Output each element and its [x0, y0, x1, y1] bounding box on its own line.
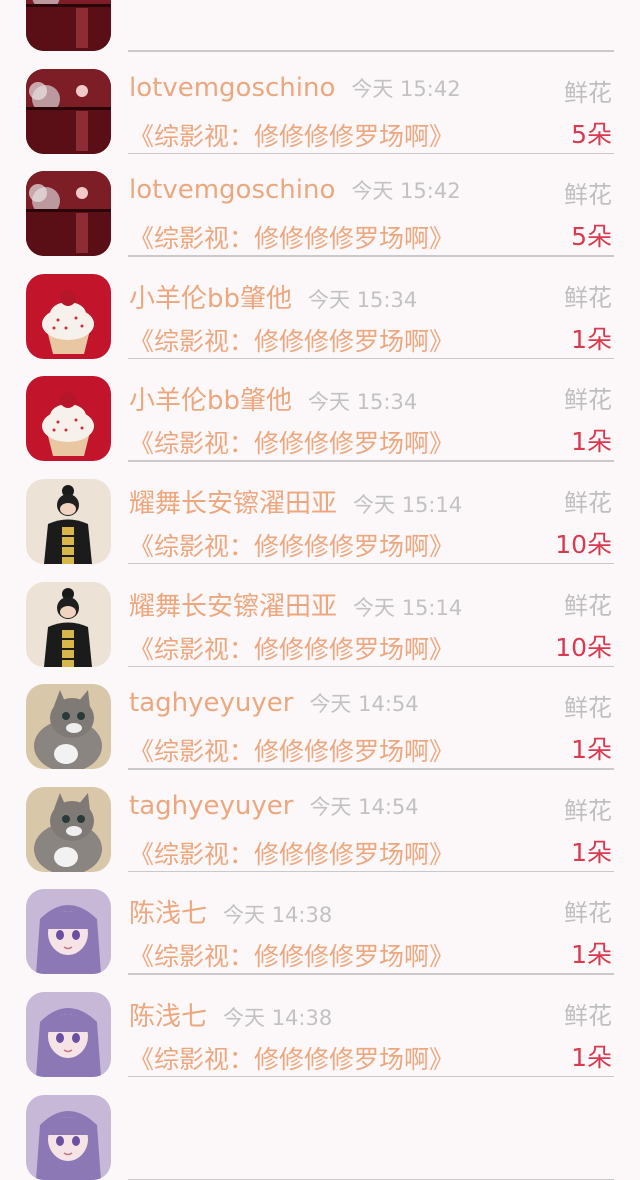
avatar-sunset-lake-icon [26, 171, 111, 257]
sender-name: 耀舞长安镲濯田亚 [129, 488, 338, 519]
gift-type: 鲜花 [564, 488, 612, 517]
book-title-link[interactable]: 《综影视：修修修修罗场啊》 [129, 732, 454, 768]
gift-count: 5朵 [571, 222, 612, 252]
avatar-girl-photo-icon [26, 581, 111, 667]
sender-name-line [129, 1099, 145, 1129]
gift-type: 鲜花 [564, 694, 612, 723]
gift-count: 1朵 [571, 837, 612, 867]
avatar-anime-girl-icon [26, 1094, 111, 1180]
sender-name-line: 小羊伦bb肇他 今天 15:34 [129, 380, 417, 417]
gift-type: 鲜花 [564, 386, 612, 415]
book-title-link[interactable]: 《综影视：修修修修罗场啊》 [129, 937, 454, 973]
avatar-cupcake-icon [26, 273, 111, 359]
sender-name: 陈浅七 [129, 1001, 208, 1032]
book-title-link[interactable]: 《综影视：修修修修罗场啊》 [129, 1040, 454, 1076]
gift-count: 1朵 [571, 1042, 612, 1072]
gift-count: 10朵 [555, 529, 612, 559]
gift-record-list: lotvemgoschino 今天 15:42 鲜花 《综影视：修修修修罗场啊》 … [0, 0, 640, 1180]
list-item[interactable]: 陈浅七 今天 14:38 鲜花 《综影视：修修修修罗场啊》 1朵 [0, 871, 640, 975]
avatar-sunset-lake-icon [26, 68, 111, 154]
avatar[interactable] [26, 171, 111, 257]
sent-time: 今天 15:34 [308, 390, 418, 415]
book-title-link[interactable]: 《综影视：修修修修罗场啊》 [129, 117, 454, 153]
gift-type: 鲜花 [564, 181, 612, 210]
avatar[interactable] [26, 273, 111, 359]
sender-name-line: 耀舞长安镲濯田亚 今天 15:14 [129, 483, 462, 520]
avatar[interactable] [26, 889, 111, 975]
sent-time: 今天 14:54 [309, 692, 419, 717]
sender-name: lotvemgoschino [129, 175, 336, 206]
list-item[interactable]: lotvemgoschino 今天 15:42 鲜花 《综影视：修修修修罗场啊》 … [0, 51, 640, 155]
sender-name: 小羊伦bb肇他 [129, 283, 293, 314]
gift-type: 鲜花 [564, 1001, 612, 1030]
book-title-link[interactable]: 《综影视：修修修修罗场啊》 [129, 527, 454, 563]
gift-count: 5朵 [571, 119, 612, 149]
avatar[interactable] [26, 478, 111, 564]
sender-name-line: 耀舞长安镲濯田亚 今天 15:14 [129, 586, 462, 623]
avatar[interactable] [26, 991, 111, 1077]
list-item[interactable]: 耀舞长安镲濯田亚 今天 15:14 鲜花 《综影视：修修修修罗场啊》 10朵 [0, 461, 640, 565]
sent-time: 今天 14:38 [223, 903, 333, 928]
book-title-link[interactable]: 《综影视：修修修修罗场啊》 [129, 630, 454, 666]
gift-type: 鲜花 [564, 591, 612, 620]
gift-count: 1朵 [571, 324, 612, 354]
book-title-link[interactable]: 《综影视：修修修修罗场啊》 [129, 835, 454, 871]
gift-count: 1朵 [571, 735, 612, 765]
sender-name: lotvemgoschino [129, 72, 336, 103]
sender-name: 小羊伦bb肇他 [129, 386, 293, 417]
avatar-anime-girl-icon [26, 889, 111, 975]
avatar[interactable] [26, 786, 111, 872]
list-item[interactable]: lotvemgoschino 今天 15:42 鲜花 《综影视：修修修修罗场啊》 … [0, 153, 640, 257]
list-item[interactable]: 小羊伦bb肇他 今天 15:34 鲜花 《综影视：修修修修罗场啊》 1朵 [0, 358, 640, 462]
sent-time: 今天 15:42 [351, 76, 461, 101]
list-item[interactable] [0, 0, 640, 52]
sender-name: 陈浅七 [129, 899, 208, 930]
sender-name-line: 陈浅七 今天 14:38 [129, 996, 332, 1033]
gift-type: 鲜花 [564, 78, 612, 107]
avatar[interactable] [26, 1094, 111, 1180]
avatar-kitten-icon [26, 786, 111, 872]
avatar-kitten-icon [26, 684, 111, 770]
gift-type: 鲜花 [564, 283, 612, 312]
avatar-anime-girl-icon [26, 991, 111, 1077]
sent-time: 今天 15:14 [353, 492, 463, 517]
sender-name: taghyeyuyer [129, 688, 294, 719]
list-item[interactable] [0, 1077, 640, 1180]
sender-name-line: taghyeyuyer 今天 14:54 [129, 791, 419, 821]
sent-time: 今天 15:42 [351, 179, 461, 204]
sender-name-line: 小羊伦bb肇他 今天 15:34 [129, 278, 417, 315]
avatar[interactable] [26, 376, 111, 462]
gift-count: 1朵 [571, 427, 612, 457]
book-title-link[interactable]: 《综影视：修修修修罗场啊》 [129, 424, 454, 460]
list-item[interactable]: 小羊伦bb肇他 今天 15:34 鲜花 《综影视：修修修修罗场啊》 1朵 [0, 256, 640, 360]
list-item[interactable]: taghyeyuyer 今天 14:54 鲜花 《综影视：修修修修罗场啊》 1朵 [0, 769, 640, 873]
book-title-link[interactable]: 《综影视：修修修修罗场啊》 [129, 322, 454, 358]
sender-name: taghyeyuyer [129, 790, 294, 821]
list-item[interactable]: taghyeyuyer 今天 14:54 鲜花 《综影视：修修修修罗场啊》 1朵 [0, 666, 640, 770]
sender-name-line: lotvemgoschino 今天 15:42 [129, 73, 461, 103]
avatar-sunset-lake-icon [26, 0, 111, 51]
gift-count: 10朵 [555, 632, 612, 662]
avatar-girl-photo-icon [26, 478, 111, 564]
sent-time: 今天 14:54 [309, 794, 419, 819]
gift-type: 鲜花 [564, 796, 612, 825]
list-item[interactable]: 耀舞长安镲濯田亚 今天 15:14 鲜花 《综影视：修修修修罗场啊》 10朵 [0, 564, 640, 668]
sent-time: 今天 14:38 [223, 1005, 333, 1030]
sent-time: 今天 15:14 [353, 595, 463, 620]
sender-name-line: 陈浅七 今天 14:38 [129, 893, 332, 930]
avatar[interactable] [26, 581, 111, 667]
sender-name: 耀舞长安镲濯田亚 [129, 591, 338, 622]
sender-name-line: lotvemgoschino 今天 15:42 [129, 175, 461, 205]
list-item[interactable]: 陈浅七 今天 14:38 鲜花 《综影视：修修修修罗场啊》 1朵 [0, 974, 640, 1078]
avatar-cupcake-icon [26, 376, 111, 462]
avatar[interactable] [26, 68, 111, 154]
book-title-link[interactable]: 《综影视：修修修修罗场啊》 [129, 219, 454, 255]
sent-time: 今天 15:34 [308, 287, 418, 312]
sender-name-line: taghyeyuyer 今天 14:54 [129, 688, 419, 718]
avatar[interactable] [26, 0, 111, 51]
gift-count: 1朵 [571, 940, 612, 970]
gift-type: 鲜花 [564, 899, 612, 928]
avatar[interactable] [26, 684, 111, 770]
